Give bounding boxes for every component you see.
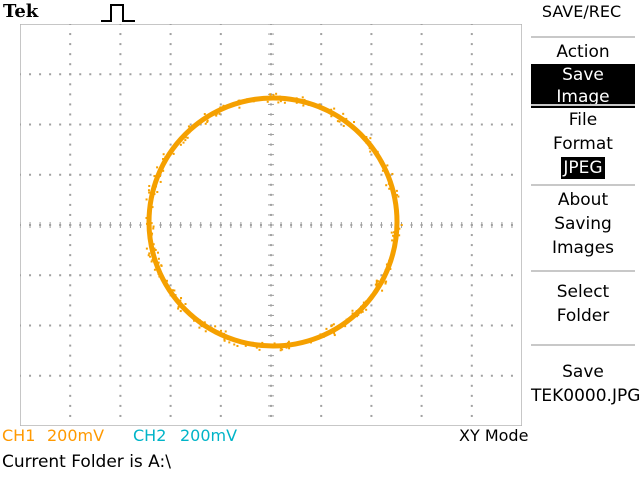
action-label: Action	[556, 42, 610, 62]
menu-separator	[531, 270, 635, 272]
action-button[interactable]: Action Save Image	[531, 40, 635, 109]
file-format-button[interactable]: File Format JPEG	[531, 108, 635, 180]
about-line-2: Saving	[554, 214, 612, 234]
save-rec-menu: SAVE/REC Action Save Image File Format J…	[523, 0, 640, 430]
brand-logo: Tek	[3, 1, 39, 22]
save-file-button[interactable]: Save TEK0000.JPG	[531, 360, 640, 408]
file-format-label-2: Format	[553, 134, 613, 154]
ch1-label: CH1	[2, 426, 36, 445]
about-saving-images-button[interactable]: About Saving Images	[531, 188, 635, 260]
save-line-1: Save	[562, 362, 604, 382]
about-line-3: Images	[551, 238, 615, 258]
menu-title: SAVE/REC	[541, 2, 622, 21]
ch2-label: CH2	[133, 426, 167, 445]
oscilloscope-display	[20, 24, 522, 426]
menu-separator	[531, 104, 635, 106]
ch2-scale: 200mV	[180, 426, 238, 445]
select-folder-line-1: Select	[556, 282, 610, 302]
save-filename: TEK0000.JPG	[531, 386, 640, 406]
menu-separator	[531, 184, 635, 186]
about-line-1: About	[557, 190, 609, 210]
display-mode: XY Mode	[459, 426, 529, 445]
square-pulse-icon	[101, 4, 135, 22]
select-folder-line-2: Folder	[556, 306, 610, 326]
file-format-label-1: File	[568, 110, 598, 130]
ch1-scale: 200mV	[47, 426, 105, 445]
action-value: Save Image	[531, 64, 635, 108]
file-format-value: JPEG	[561, 157, 605, 179]
current-folder-text: Current Folder is A:\	[2, 452, 171, 472]
select-folder-button[interactable]: Select Folder	[531, 280, 635, 328]
menu-separator	[531, 36, 635, 38]
menu-separator	[531, 344, 635, 346]
